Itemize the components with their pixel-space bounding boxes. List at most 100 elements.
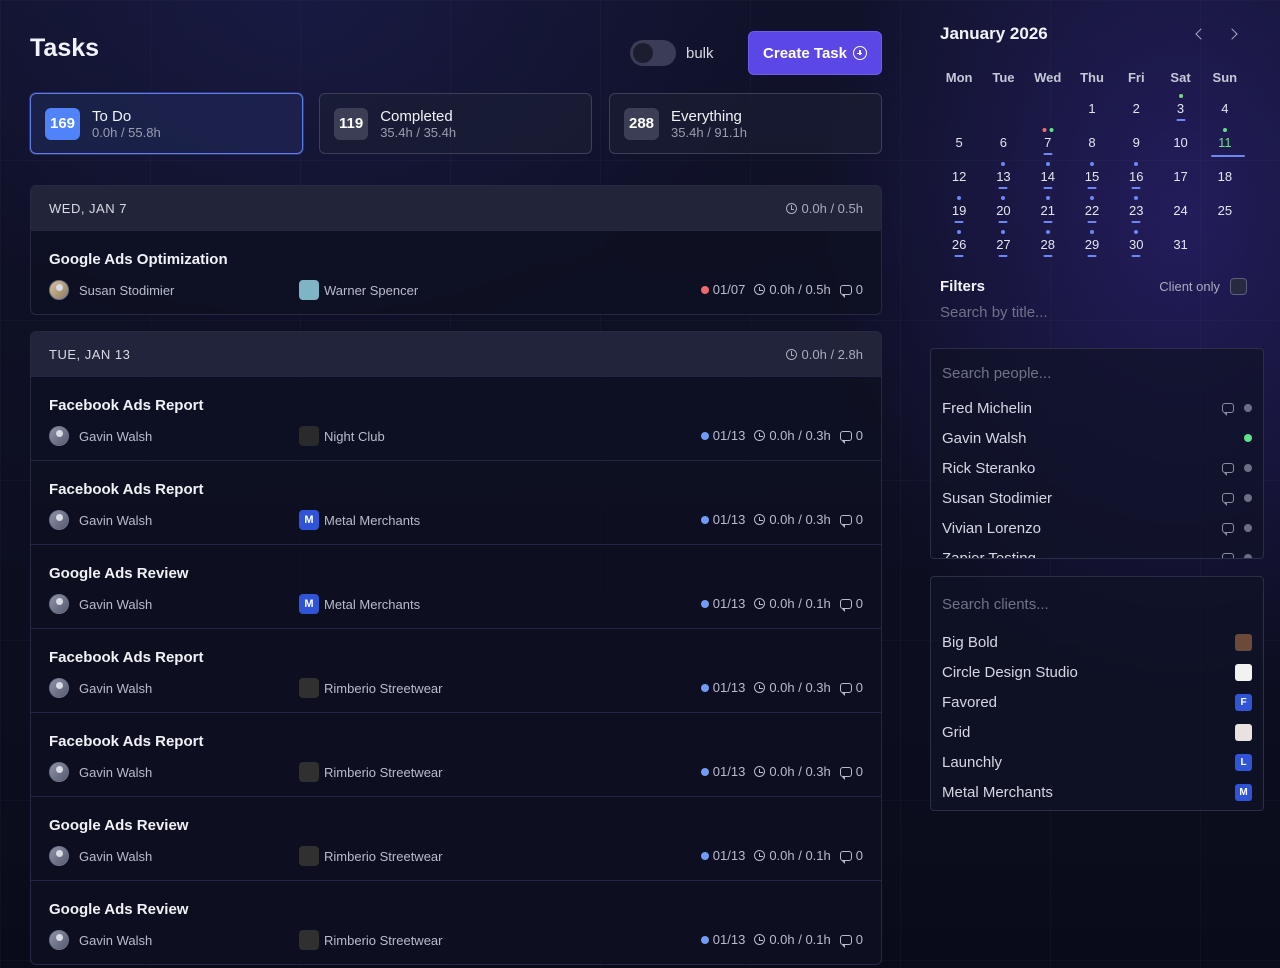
clock-icon (785, 348, 797, 360)
task-client[interactable]: Warner Spencer (299, 280, 418, 300)
calendar-day-15[interactable]: 15 (1070, 159, 1114, 193)
comments[interactable]: 0 (839, 596, 863, 612)
task-row[interactable]: Facebook Ads Report Gavin Walsh Night Club… (31, 376, 881, 460)
comments[interactable]: 0 (839, 680, 863, 696)
client-only-filter[interactable]: Client only (1159, 278, 1247, 295)
task-title[interactable]: Facebook Ads Report (49, 649, 203, 666)
calendar-day-21[interactable]: 21 (1026, 193, 1070, 227)
task-title[interactable]: Google Ads Review (49, 565, 188, 582)
calendar-day-27[interactable]: 27 (981, 227, 1025, 261)
person-filter-item[interactable]: Fred Michelin (931, 393, 1263, 423)
bulk-toggle-group[interactable]: bulk (630, 40, 714, 66)
comments[interactable]: 0 (839, 848, 863, 864)
calendar-day-19[interactable]: 19 (937, 193, 981, 227)
comments[interactable]: 0 (839, 282, 863, 298)
task-assignee[interactable]: Gavin Walsh (49, 762, 152, 782)
comments[interactable]: 0 (839, 512, 863, 528)
tab-completed[interactable]: 119 Completed 35.4h / 35.4h (319, 93, 592, 154)
task-client[interactable]: Rimberio Streetwear (299, 762, 443, 782)
calendar-day-7[interactable]: 7 (1026, 125, 1070, 159)
person-filter-item[interactable]: Vivian Lorenzo (931, 513, 1263, 543)
calendar-day-29[interactable]: 29 (1070, 227, 1114, 261)
client-name: Launchly (942, 753, 1003, 771)
calendar-day-13[interactable]: 13 (981, 159, 1025, 193)
calendar-day-12[interactable]: 12 (937, 159, 981, 193)
task-client[interactable]: M Metal Merchants (299, 594, 420, 614)
task-row[interactable]: Facebook Ads Report Gavin Walsh Rimberio S… (31, 712, 881, 796)
task-assignee[interactable]: Susan Stodimier (49, 280, 174, 300)
client-search-input[interactable] (931, 577, 1263, 627)
task-title[interactable]: Facebook Ads Report (49, 481, 203, 498)
task-client[interactable]: M Metal Merchants (299, 510, 420, 530)
calendar-day-8[interactable]: 8 (1070, 125, 1114, 159)
calendar-day-4[interactable]: 4 (1203, 91, 1247, 125)
task-row[interactable]: Google Ads Optimization Susan Stodimier Wa… (31, 230, 881, 314)
calendar-day-17[interactable]: 17 (1158, 159, 1202, 193)
person-filter-item[interactable]: Susan Stodimier (931, 483, 1263, 513)
task-row[interactable]: Google Ads Review Gavin Walsh Rimberio Str… (31, 796, 881, 880)
calendar-day-16[interactable]: 16 (1114, 159, 1158, 193)
task-assignee[interactable]: Gavin Walsh (49, 510, 152, 530)
calendar-day-3[interactable]: 3 (1158, 91, 1202, 125)
client-filter-item[interactable]: Grid (931, 717, 1263, 747)
calendar-day-31[interactable]: 31 (1158, 227, 1202, 261)
tab-everything[interactable]: 288 Everything 35.4h / 91.1h (609, 93, 882, 154)
task-title[interactable]: Google Ads Optimization (49, 251, 228, 268)
task-assignee[interactable]: Gavin Walsh (49, 846, 152, 866)
task-row[interactable]: Google Ads Review Gavin Walsh Rimberio Str… (31, 880, 881, 964)
calendar-day-5[interactable]: 5 (937, 125, 981, 159)
calendar-day-24[interactable]: 24 (1158, 193, 1202, 227)
task-title[interactable]: Google Ads Review (49, 817, 188, 834)
task-assignee[interactable]: Gavin Walsh (49, 930, 152, 950)
task-assignee[interactable]: Gavin Walsh (49, 426, 152, 446)
comments[interactable]: 0 (839, 932, 863, 948)
comments[interactable]: 0 (839, 428, 863, 444)
calendar-day-10[interactable]: 10 (1158, 125, 1202, 159)
comment-icon (839, 284, 852, 298)
calendar-day-28[interactable]: 28 (1026, 227, 1070, 261)
calendar-prev-button[interactable] (1193, 27, 1207, 41)
person-filter-item[interactable]: Gavin Walsh (931, 423, 1263, 453)
task-client[interactable]: Rimberio Streetwear (299, 846, 443, 866)
title-search-input[interactable] (940, 304, 1240, 321)
calendar-day-20[interactable]: 20 (981, 193, 1025, 227)
calendar-day-30[interactable]: 30 (1114, 227, 1158, 261)
task-client[interactable]: Rimberio Streetwear (299, 678, 443, 698)
people-search-input[interactable] (931, 349, 1263, 393)
calendar-day-9[interactable]: 9 (1114, 125, 1158, 159)
client-filter-item[interactable]: Night Club (931, 807, 1263, 810)
calendar-day-18[interactable]: 18 (1203, 159, 1247, 193)
task-title[interactable]: Facebook Ads Report (49, 397, 203, 414)
task-assignee[interactable]: Gavin Walsh (49, 594, 152, 614)
calendar-day-1[interactable]: 1 (1070, 91, 1114, 125)
task-row[interactable]: Facebook Ads Report Gavin Walsh Rimberio S… (31, 628, 881, 712)
calendar-day-6[interactable]: 6 (981, 125, 1025, 159)
person-filter-item[interactable]: Zapier Testing (931, 543, 1263, 558)
task-title[interactable]: Google Ads Review (49, 901, 188, 918)
comments[interactable]: 0 (839, 764, 863, 780)
task-client[interactable]: Rimberio Streetwear (299, 930, 443, 950)
client-filter-item[interactable]: Favored F (931, 687, 1263, 717)
client-filter-item[interactable]: Big Bold (931, 627, 1263, 657)
client-only-checkbox[interactable] (1230, 278, 1247, 295)
calendar-day-26[interactable]: 26 (937, 227, 981, 261)
tab-to-do[interactable]: 169 To Do 0.0h / 55.8h (30, 93, 303, 154)
person-filter-item[interactable]: Rick Steranko (931, 453, 1263, 483)
calendar-day-11[interactable]: 11 (1203, 125, 1247, 159)
task-row[interactable]: Google Ads Review Gavin Walsh M Metal Merch… (31, 544, 881, 628)
task-assignee[interactable]: Gavin Walsh (49, 678, 152, 698)
calendar-day-14[interactable]: 14 (1026, 159, 1070, 193)
calendar-next-button[interactable] (1226, 27, 1241, 41)
calendar-day-2[interactable]: 2 (1114, 91, 1158, 125)
create-task-button[interactable]: Create Task (748, 31, 882, 75)
task-client[interactable]: Night Club (299, 426, 385, 446)
client-filter-item[interactable]: Launchly L (931, 747, 1263, 777)
client-filter-item[interactable]: Circle Design Studio (931, 657, 1263, 687)
bulk-toggle[interactable] (630, 40, 676, 66)
calendar-day-22[interactable]: 22 (1070, 193, 1114, 227)
task-row[interactable]: Facebook Ads Report Gavin Walsh M Metal Mer… (31, 460, 881, 544)
task-title[interactable]: Facebook Ads Report (49, 733, 203, 750)
calendar-day-25[interactable]: 25 (1203, 193, 1247, 227)
client-filter-item[interactable]: Metal Merchants M (931, 777, 1263, 807)
calendar-day-23[interactable]: 23 (1114, 193, 1158, 227)
